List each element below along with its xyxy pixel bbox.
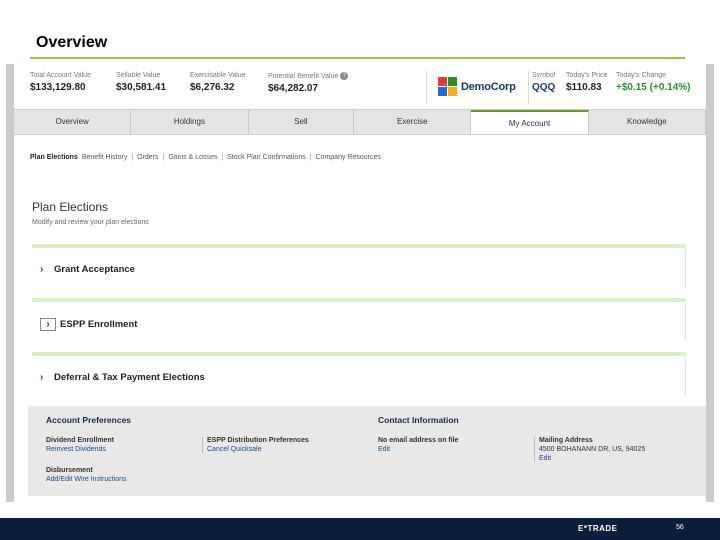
page-number: 56: [676, 524, 684, 531]
app-screenshot: Total Account Value $133,129.80 Sellable…: [6, 64, 714, 502]
quote-price: Today's Price $110.83: [566, 72, 607, 93]
address-value: 4500 BOHANANN DR, US, 94025: [539, 446, 646, 453]
stat-value: $64,282.07: [268, 83, 319, 94]
chevron-right-icon: ›: [40, 264, 44, 275]
contact-information-heading: Contact Information: [378, 415, 459, 425]
stat-label: Total Account Value: [30, 72, 91, 79]
espp-distribution: ESPP Distribution Preferences Cancel Qui…: [202, 437, 309, 453]
pref-label: Mailing Address: [539, 437, 593, 444]
page-subtitle: Modify and review your plan elections: [32, 219, 149, 226]
stat-label-text: Potential Benefit Value: [268, 72, 339, 80]
stat-label: Symbol: [532, 72, 556, 79]
tab-sell[interactable]: Sell: [249, 110, 355, 134]
stat-value: $30,581.41: [116, 82, 167, 93]
tab-my-account[interactable]: My Account: [471, 110, 589, 134]
tab-knowledge[interactable]: Knowledge: [589, 110, 706, 134]
sub-navigation: Plan Elections Benefit History | Orders | …: [30, 154, 381, 161]
subnav-plan-elections[interactable]: Plan Elections: [30, 154, 78, 161]
stat-value: $6,276.32: [190, 82, 235, 93]
chevron-right-icon: ›: [40, 318, 56, 331]
pref-label: Dividend Enrollment: [46, 437, 115, 444]
account-preferences-heading: Account Preferences: [46, 415, 132, 425]
reinvest-dividends-link[interactable]: Reinvest Dividends: [46, 446, 114, 453]
stat-value: $133,129.80: [30, 82, 86, 93]
tab-holdings[interactable]: Holdings: [131, 110, 249, 134]
pref-label: ESPP Distribution Preferences: [207, 437, 309, 444]
help-icon[interactable]: ?: [340, 72, 349, 80]
mailing-address: Mailing Address 4500 BOHANANN DR, US, 94…: [534, 437, 645, 462]
cancel-quicksale-link[interactable]: Cancel Quicksale: [207, 446, 309, 453]
panel-title: Deferral & Tax Payment Elections: [54, 372, 205, 383]
stat-exercisable-value: Exercisable Value $6,276.32: [190, 72, 246, 93]
logo-text: DemoCorp: [461, 81, 516, 93]
account-summary: Total Account Value $133,129.80 Sellable…: [28, 68, 708, 108]
subnav-orders[interactable]: Orders: [137, 154, 158, 161]
main-tabs: Overview Holdings Sell Exercise My Accou…: [14, 109, 706, 135]
stat-label: Today's Price: [566, 72, 608, 79]
divider: [528, 70, 529, 104]
wire-instructions-link[interactable]: Add/Edit Wire Instructions: [46, 476, 127, 483]
email-info: No email address on file Edit: [374, 437, 459, 453]
slide-title: Overview: [36, 34, 108, 51]
panel-grant-acceptance[interactable]: › Grant Acceptance: [32, 244, 686, 288]
stat-label: Sellable Value: [116, 72, 161, 79]
etrade-logo: E*TRADE: [578, 524, 618, 533]
company-logo: DemoCorp: [438, 74, 516, 100]
disbursement: Disbursement Add/Edit Wire Instructions: [42, 467, 127, 483]
change-value: +$0.15 (+0.14%): [616, 82, 691, 93]
stat-label: Potential Benefit Value ?: [268, 72, 349, 80]
panel-title: Grant Acceptance: [54, 264, 135, 275]
tab-exercise[interactable]: Exercise: [354, 110, 472, 134]
stat-potential-benefit: Potential Benefit Value ? $64,282.07: [268, 72, 349, 94]
subnav-confirmations[interactable]: Stock Plan Confirmations: [227, 154, 306, 161]
panel-deferral-tax[interactable]: › Deferral & Tax Payment Elections: [32, 352, 686, 396]
stat-label: Today's Change: [616, 72, 666, 79]
subnav-company-resources[interactable]: Company Resources: [316, 154, 381, 161]
pref-label: No email address on file: [378, 437, 459, 444]
title-divider: [30, 57, 685, 59]
dividend-enrollment: Dividend Enrollment Reinvest Dividends: [42, 437, 114, 453]
edit-address-link[interactable]: Edit: [539, 455, 645, 462]
quote-symbol: Symbol QQQ: [532, 72, 555, 93]
symbol-value: QQQ: [532, 82, 556, 93]
pref-label: Disbursement: [46, 467, 93, 474]
footer-bar: E*TRADE 56: [0, 518, 720, 540]
panel-title: ESPP Enrollment: [60, 319, 138, 330]
tab-overview[interactable]: Overview: [14, 110, 132, 134]
stat-label: Exercisable Value: [190, 72, 246, 79]
cube-logo-icon: [438, 77, 458, 97]
chevron-right-icon: ›: [40, 372, 44, 383]
subnav-gains-losses[interactable]: Gains & Losses: [168, 154, 217, 161]
edit-email-link[interactable]: Edit: [378, 446, 459, 453]
stat-sellable-value: Sellable Value $30,581.41: [116, 72, 166, 93]
quote-change: Today's Change +$0.15 (+0.14%): [616, 72, 691, 93]
stat-total-value: Total Account Value $133,129.80: [30, 72, 91, 93]
subnav-benefit-history[interactable]: Benefit History: [82, 154, 128, 161]
divider: [426, 70, 427, 104]
panel-espp-enrollment[interactable]: › ESPP Enrollment: [32, 298, 686, 342]
page-heading: Plan Elections: [32, 200, 109, 214]
price-value: $110.83: [566, 82, 602, 93]
preferences-panel: Account Preferences Contact Information …: [28, 406, 706, 496]
